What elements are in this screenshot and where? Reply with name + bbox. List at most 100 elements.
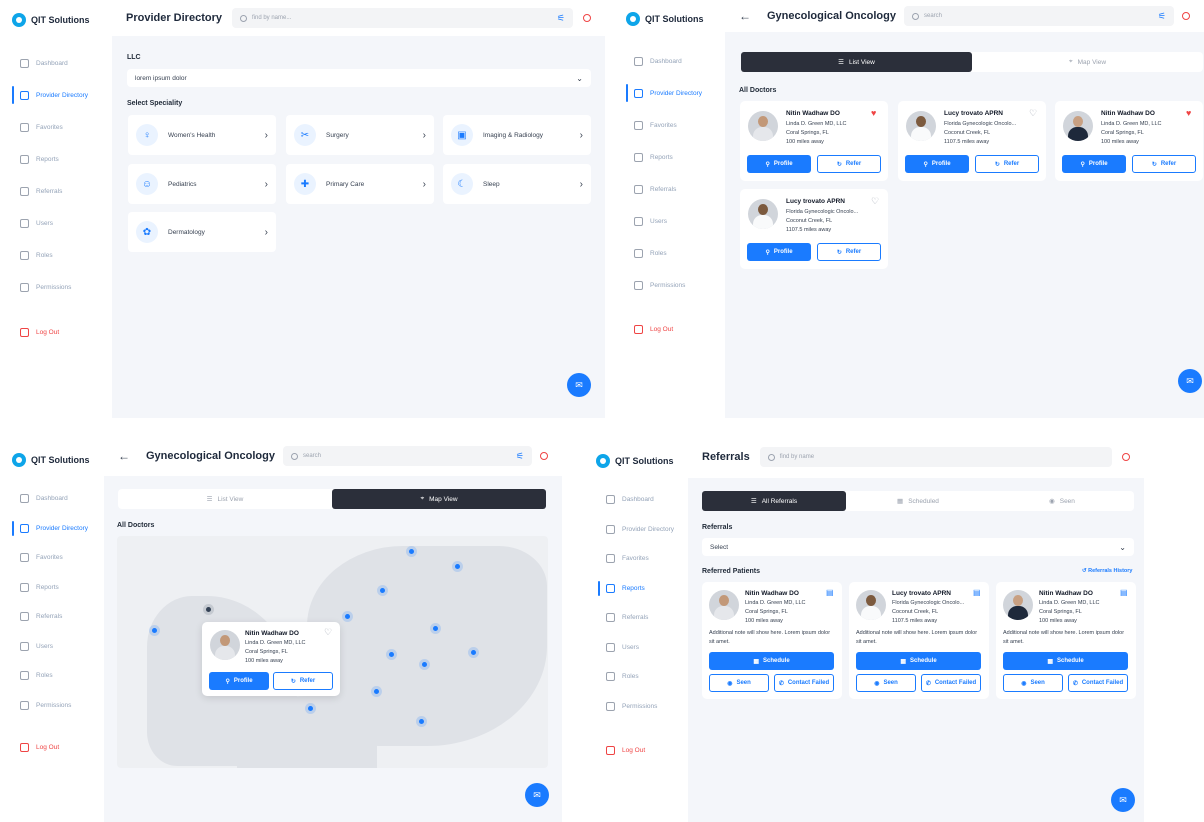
- logout-button[interactable]: Log Out: [0, 316, 112, 348]
- document-icon[interactable]: ▤: [973, 588, 981, 597]
- tab-all-referrals[interactable]: ☰ All Referrals: [702, 491, 846, 511]
- nav-provider-directory[interactable]: Provider Directory: [586, 515, 688, 545]
- notification-icon[interactable]: [583, 14, 591, 22]
- list-view-tab[interactable]: ☰ List View: [118, 489, 332, 509]
- logout-button[interactable]: Log Out: [0, 731, 104, 763]
- favorite-heart-icon[interactable]: ♥: [1186, 108, 1191, 118]
- profile-button[interactable]: ⚲ Profile: [747, 243, 811, 261]
- map-pin[interactable]: [345, 614, 350, 619]
- nav-permissions[interactable]: Permissions: [0, 691, 104, 721]
- list-view-tab[interactable]: ☰ List View: [741, 52, 972, 72]
- nav-dashboard[interactable]: Dashboard: [0, 47, 112, 79]
- brand-logo[interactable]: QIT Solutions: [596, 454, 674, 468]
- favorite-heart-icon[interactable]: ♡: [1029, 108, 1037, 119]
- map-pin[interactable]: [433, 626, 438, 631]
- map-pin[interactable]: [455, 564, 460, 569]
- map-pin[interactable]: [308, 706, 313, 711]
- favorite-heart-icon[interactable]: ♡: [871, 196, 879, 207]
- chat-button[interactable]: ✉: [1178, 369, 1202, 393]
- back-arrow-icon[interactable]: ←: [739, 9, 751, 23]
- seen-button[interactable]: ◉ Seen: [709, 674, 769, 692]
- brand-logo[interactable]: QIT Solutions: [12, 13, 90, 27]
- nav-permissions[interactable]: Permissions: [0, 271, 112, 303]
- refer-button[interactable]: ↻ Refer: [817, 155, 881, 173]
- logout-button[interactable]: Log Out: [586, 734, 688, 766]
- chat-button[interactable]: ✉: [525, 783, 549, 807]
- tab-scheduled[interactable]: ▦ Scheduled: [846, 491, 990, 511]
- nav-provider-directory[interactable]: Provider Directory: [614, 77, 725, 109]
- nav-reports[interactable]: Reports: [586, 574, 688, 604]
- speciality-card[interactable]: ▣ Imaging & Radiology ›: [443, 115, 591, 155]
- nav-referrals[interactable]: Referrals: [0, 602, 104, 632]
- seen-button[interactable]: ◉ Seen: [856, 674, 916, 692]
- nav-favorites[interactable]: Favorites: [586, 544, 688, 574]
- refer-button[interactable]: ↻ Refer: [1132, 155, 1196, 173]
- nav-permissions[interactable]: Permissions: [614, 269, 725, 301]
- profile-button[interactable]: ⚲ Profile: [747, 155, 811, 173]
- search-input[interactable]: find by name... ⚟: [231, 8, 573, 28]
- nav-reports[interactable]: Reports: [0, 143, 112, 175]
- speciality-card[interactable]: ✿ Dermatology ›: [128, 212, 276, 252]
- nav-users[interactable]: Users: [0, 207, 112, 239]
- doctors-map[interactable]: Nitin Wadhaw DO Linda D. Green MD, LLC C…: [117, 536, 548, 768]
- nav-provider-directory[interactable]: Provider Directory: [0, 514, 104, 544]
- map-pin[interactable]: [419, 719, 424, 724]
- favorite-heart-icon[interactable]: ♡: [324, 627, 332, 638]
- filter-icon[interactable]: ⚟: [557, 13, 565, 24]
- nav-referrals[interactable]: Referrals: [0, 175, 112, 207]
- speciality-card[interactable]: ♀ Women's Health ›: [128, 115, 276, 155]
- nav-roles[interactable]: Roles: [0, 239, 112, 271]
- nav-reports[interactable]: Reports: [0, 573, 104, 603]
- nav-dashboard[interactable]: Dashboard: [614, 45, 725, 77]
- brand-logo[interactable]: QIT Solutions: [12, 453, 90, 467]
- nav-dashboard[interactable]: Dashboard: [0, 484, 104, 514]
- notification-icon[interactable]: [1182, 12, 1190, 20]
- refer-button[interactable]: ↻ Refer: [273, 672, 333, 690]
- map-pin[interactable]: [152, 628, 157, 633]
- profile-button[interactable]: ⚲ Profile: [1062, 155, 1126, 173]
- nav-roles[interactable]: Roles: [614, 237, 725, 269]
- nav-users[interactable]: Users: [0, 632, 104, 662]
- nav-permissions[interactable]: Permissions: [586, 692, 688, 722]
- schedule-button[interactable]: ▦ Schedule: [1003, 652, 1128, 670]
- map-pin[interactable]: [471, 650, 476, 655]
- map-pin[interactable]: [409, 549, 414, 554]
- map-pin[interactable]: [374, 689, 379, 694]
- nav-favorites[interactable]: Favorites: [0, 111, 112, 143]
- document-icon[interactable]: ▤: [826, 588, 834, 597]
- profile-button[interactable]: ⚲ Profile: [209, 672, 269, 690]
- referrals-history-link[interactable]: ↺ Referrals History: [1082, 568, 1132, 574]
- profile-button[interactable]: ⚲ Profile: [905, 155, 969, 173]
- search-input[interactable]: find by name: [759, 447, 1112, 467]
- nav-roles[interactable]: Roles: [0, 661, 104, 691]
- nav-dashboard[interactable]: Dashboard: [586, 485, 688, 515]
- search-input[interactable]: search ⚟: [282, 446, 532, 466]
- refer-button[interactable]: ↻ Refer: [817, 243, 881, 261]
- tab-seen[interactable]: ◉ Seen: [990, 491, 1134, 511]
- referrals-select[interactable]: Select ⌄: [702, 538, 1134, 556]
- contact-failed-button[interactable]: ✆ Contact Failed: [1068, 674, 1128, 692]
- contact-failed-button[interactable]: ✆ Contact Failed: [774, 674, 834, 692]
- search-input[interactable]: search ⚟: [903, 6, 1174, 26]
- speciality-card[interactable]: ☺ Pediatrics ›: [128, 164, 276, 204]
- nav-referrals[interactable]: Referrals: [614, 173, 725, 205]
- notification-icon[interactable]: [1122, 453, 1130, 461]
- chat-button[interactable]: ✉: [567, 373, 591, 397]
- brand-logo[interactable]: QIT Solutions: [626, 12, 704, 26]
- map-pin[interactable]: [422, 662, 427, 667]
- nav-roles[interactable]: Roles: [586, 662, 688, 692]
- contact-failed-button[interactable]: ✆ Contact Failed: [921, 674, 981, 692]
- speciality-card[interactable]: ☾ Sleep ›: [443, 164, 591, 204]
- speciality-card[interactable]: ✂ Surgery ›: [286, 115, 434, 155]
- seen-button[interactable]: ◉ Seen: [1003, 674, 1063, 692]
- document-icon[interactable]: ▤: [1120, 588, 1128, 597]
- nav-provider-directory[interactable]: Provider Directory: [0, 79, 112, 111]
- schedule-button[interactable]: ▦ Schedule: [856, 652, 981, 670]
- filter-icon[interactable]: ⚟: [1158, 11, 1166, 22]
- map-pin[interactable]: [380, 588, 385, 593]
- nav-users[interactable]: Users: [614, 205, 725, 237]
- nav-favorites[interactable]: Favorites: [614, 109, 725, 141]
- schedule-button[interactable]: ▦ Schedule: [709, 652, 834, 670]
- favorite-heart-icon[interactable]: ♥: [871, 108, 876, 118]
- map-pin[interactable]: [206, 607, 211, 612]
